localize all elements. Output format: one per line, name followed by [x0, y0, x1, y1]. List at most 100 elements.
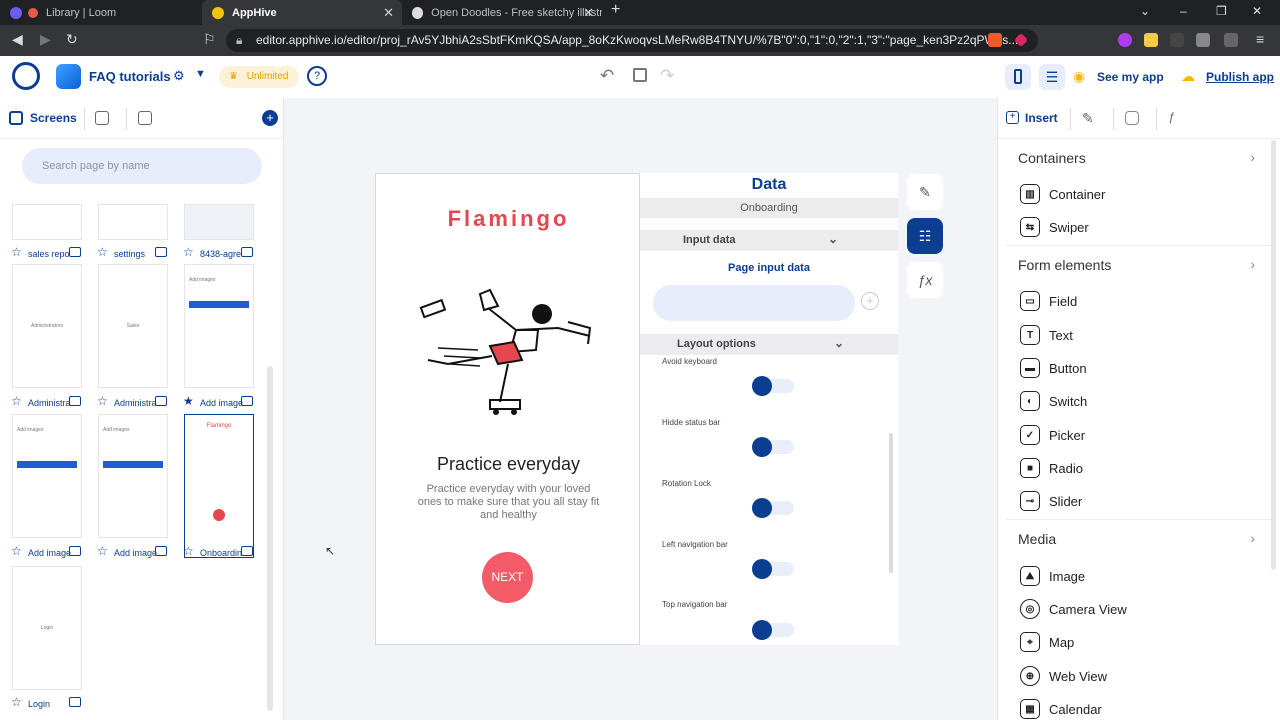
components-icon[interactable]: [95, 111, 109, 125]
maximize-icon[interactable]: ❐: [1216, 4, 1227, 18]
redo-icon[interactable]: ↷: [660, 66, 674, 86]
top-nav-bar-toggle[interactable]: [752, 620, 794, 640]
layers-button[interactable]: ☰: [1039, 64, 1065, 90]
new-tab-icon[interactable]: +: [611, 1, 620, 19]
bookmark-icon[interactable]: ⚐: [203, 31, 216, 48]
add-screen-button[interactable]: +: [262, 110, 278, 126]
insert-camera-view[interactable]: ◎ Camera View: [1020, 598, 1127, 620]
screen-thumb-selected[interactable]: Flamingo: [184, 414, 254, 558]
scrollbar[interactable]: [267, 366, 273, 711]
close-tab-icon[interactable]: ✕: [383, 5, 394, 21]
star-icon[interactable]: ☆: [11, 245, 22, 259]
screen-thumb[interactable]: Sales: [98, 264, 168, 388]
extension-1-icon[interactable]: [1118, 33, 1132, 47]
phone-preview[interactable]: Flamingo Practice everyday Practice ever…: [375, 173, 640, 645]
project-settings-icon[interactable]: ⚙: [173, 68, 185, 84]
data-tab-button[interactable]: ☷: [907, 218, 943, 254]
insert-switch[interactable]: ◐ Switch: [1020, 390, 1087, 412]
screen-thumb[interactable]: Add images: [184, 264, 254, 388]
screen-thumb[interactable]: Add images: [12, 414, 82, 538]
add-input-icon[interactable]: +: [861, 292, 879, 310]
page-info-icon[interactable]: [69, 247, 81, 257]
screen-thumb[interactable]: Login: [12, 566, 82, 690]
page-info-icon[interactable]: [69, 697, 81, 707]
insert-field[interactable]: ▭ Field: [1020, 290, 1077, 312]
apphive-logo-icon[interactable]: [12, 62, 40, 90]
star-icon[interactable]: ☆: [97, 544, 108, 558]
screens-tab[interactable]: Screens: [30, 111, 77, 125]
scrollbar[interactable]: [1271, 140, 1276, 570]
page-info-icon[interactable]: [155, 247, 167, 257]
insert-text[interactable]: T Text: [1020, 324, 1073, 346]
star-icon[interactable]: ☆: [11, 544, 22, 558]
insert-web-view[interactable]: ⊕ Web View: [1020, 665, 1107, 687]
chevron-right-icon[interactable]: ›: [1250, 149, 1255, 165]
forward-icon[interactable]: ▶: [40, 31, 51, 48]
screen-thumb[interactable]: Administrators: [12, 264, 82, 388]
insert-swiper[interactable]: ⇆ Swiper: [1020, 216, 1089, 238]
edit-tab-icon[interactable]: ✎: [1082, 110, 1094, 127]
insert-button[interactable]: ▬ Button: [1020, 357, 1087, 379]
tab-loom[interactable]: Library | Loom: [0, 0, 200, 25]
insert-slider[interactable]: ⊸ Slider: [1020, 490, 1082, 512]
brave-shield-icon[interactable]: [988, 33, 1002, 47]
star-icon[interactable]: ☆: [97, 245, 108, 259]
insert-map[interactable]: ⌖ Map: [1020, 631, 1074, 653]
tab-apphive[interactable]: AppHive ✕: [202, 0, 402, 25]
plan-badge[interactable]: ♛ Unlimited: [219, 66, 299, 88]
edit-properties-button[interactable]: ✎: [907, 174, 943, 210]
search-page-input[interactable]: Search page by name: [22, 148, 262, 184]
page-info-icon[interactable]: [69, 396, 81, 406]
input-data-section[interactable]: Input data ⌄: [640, 230, 898, 251]
help-icon[interactable]: ?: [307, 66, 327, 86]
page-info-icon[interactable]: [155, 396, 167, 406]
see-my-app-link[interactable]: See my app: [1097, 70, 1164, 84]
insert-radio[interactable]: ■ Radio: [1020, 457, 1083, 479]
left-nav-bar-toggle[interactable]: [752, 559, 794, 579]
reload-icon[interactable]: ↻: [66, 31, 78, 48]
screen-thumb[interactable]: [12, 204, 82, 240]
hide-status-bar-toggle[interactable]: [752, 437, 794, 457]
star-icon[interactable]: ☆: [183, 544, 194, 558]
tab-search-icon[interactable]: ⌄: [1140, 4, 1150, 18]
containers-group-title[interactable]: Containers: [1018, 150, 1086, 166]
page-info-icon[interactable]: [69, 546, 81, 556]
star-icon[interactable]: ☆: [97, 394, 108, 408]
next-button[interactable]: NEXT: [482, 552, 533, 603]
function-tab-icon[interactable]: ƒ: [1168, 110, 1175, 124]
insert-tab[interactable]: Insert: [1025, 111, 1058, 125]
tab-open-doodles[interactable]: Open Doodles - Free sketchy illustrati ✕: [402, 0, 602, 25]
save-icon[interactable]: [633, 68, 647, 82]
wallet-icon[interactable]: [1224, 33, 1238, 47]
page-input-field[interactable]: [653, 285, 855, 321]
page-info-icon[interactable]: [241, 247, 253, 257]
close-window-icon[interactable]: ✕: [1252, 4, 1262, 18]
screen-thumb[interactable]: Add images: [98, 414, 168, 538]
star-filled-icon[interactable]: ★: [183, 394, 194, 408]
extension-2-icon[interactable]: [1144, 33, 1158, 47]
page-info-icon[interactable]: [155, 546, 167, 556]
style-tab-icon[interactable]: [1125, 111, 1139, 125]
insert-calendar[interactable]: ▦ Calendar: [1020, 698, 1102, 720]
layout-options-section[interactable]: Layout options ⌄: [640, 334, 898, 355]
mobile-view-button[interactable]: [1005, 64, 1031, 90]
screen-thumb[interactable]: [98, 204, 168, 240]
star-icon[interactable]: ☆: [183, 245, 194, 259]
extensions-puzzle-icon[interactable]: [1196, 33, 1210, 47]
chevron-right-icon[interactable]: ›: [1250, 256, 1255, 272]
avoid-keyboard-toggle[interactable]: [752, 376, 794, 396]
form-elements-group-title[interactable]: Form elements: [1018, 257, 1111, 273]
project-name[interactable]: FAQ tutorials: [89, 69, 171, 84]
rotation-lock-toggle[interactable]: [752, 498, 794, 518]
undo-icon[interactable]: ↶: [600, 66, 614, 86]
assets-icon[interactable]: [138, 111, 152, 125]
functions-tab-button[interactable]: ƒx: [907, 262, 943, 298]
page-info-icon[interactable]: [241, 396, 253, 406]
screen-thumb[interactable]: [184, 204, 254, 240]
star-icon[interactable]: ☆: [11, 394, 22, 408]
insert-picker[interactable]: ✓ Picker: [1020, 424, 1085, 446]
insert-image[interactable]: ⛰ Image: [1020, 565, 1085, 587]
star-icon[interactable]: ☆: [11, 695, 22, 709]
project-dropdown-icon[interactable]: ▼: [195, 68, 206, 80]
back-icon[interactable]: ◀: [12, 31, 23, 48]
